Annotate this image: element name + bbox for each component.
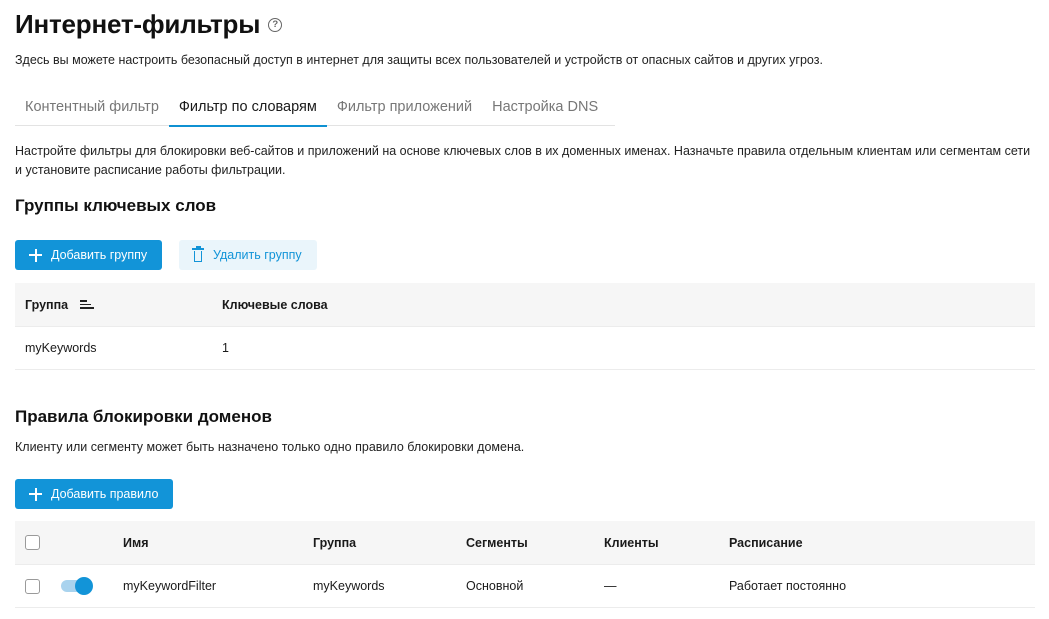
page-title: Интернет-фильтры [15, 9, 261, 39]
plus-icon [29, 487, 42, 501]
rule-segments-cell: Основной [466, 579, 524, 593]
add-group-label: Добавить группу [51, 248, 148, 262]
tab-dns-settings[interactable]: Настройка DNS [482, 88, 608, 126]
table-header: Группа Ключевые слова [15, 283, 1035, 327]
rule-clients-cell: — [604, 579, 617, 593]
keywords-count-cell: 1 [222, 341, 229, 355]
column-header-name: Имя [123, 535, 149, 550]
table-row[interactable]: myKeywords 1 [15, 327, 1035, 370]
row-checkbox[interactable] [25, 578, 40, 594]
add-rule-label: Добавить правило [51, 487, 159, 501]
tab-content-filter[interactable]: Контентный фильтр [15, 88, 169, 126]
tab-dictionary-filter[interactable]: Фильтр по словарям [168, 88, 327, 127]
plus-icon [29, 248, 42, 262]
domain-rules-table: Имя Группа Сегменты Клиенты Расписание m… [15, 521, 1035, 608]
rule-name-cell: myKeywordFilter [123, 579, 217, 593]
sort-icon[interactable] [80, 300, 95, 309]
domain-rules-title: Правила блокировки доменов [15, 407, 272, 426]
add-group-button[interactable]: Добавить группу [15, 240, 163, 270]
delete-group-button[interactable]: Удалить группу [179, 240, 317, 270]
tab-bar: Контентный фильтр Фильтр по словарям Фил… [15, 88, 615, 127]
select-all-checkbox[interactable] [25, 535, 40, 550]
keyword-groups-table: Группа Ключевые слова myKeywords 1 [15, 283, 1035, 370]
column-header-group[interactable]: Группа [25, 298, 95, 312]
column-header-keywords: Ключевые слова [222, 297, 328, 312]
page-description: Здесь вы можете настроить безопасный дос… [15, 53, 823, 67]
group-name-cell: myKeywords [25, 341, 97, 355]
column-header-segments: Сегменты [466, 535, 528, 550]
column-header-group: Группа [313, 535, 357, 550]
delete-group-label: Удалить группу [213, 248, 302, 262]
column-header-clients: Клиенты [604, 535, 659, 550]
domain-rules-description: Клиенту или сегменту может быть назначен… [15, 440, 525, 454]
help-circle-icon[interactable]: ? [268, 17, 283, 32]
section-description: Настройте фильтры для блокировки веб-сай… [15, 144, 1031, 177]
table-header: Имя Группа Сегменты Клиенты Расписание [15, 521, 1035, 565]
keyword-groups-title: Группы ключевых слов [15, 196, 217, 215]
tab-app-filter[interactable]: Фильтр приложений [327, 88, 482, 126]
rule-enabled-toggle[interactable] [61, 577, 93, 595]
rule-schedule-cell: Работает постоянно [729, 579, 847, 593]
title-row: Интернет-фильтры ? [15, 9, 283, 40]
table-row[interactable]: myKeywordFilter myKeywords Основной — Ра… [15, 565, 1035, 608]
add-rule-button[interactable]: Добавить правило [15, 479, 174, 509]
rule-group-cell: myKeywords [313, 579, 385, 593]
column-header-schedule: Расписание [729, 535, 803, 550]
trash-icon [192, 246, 204, 262]
